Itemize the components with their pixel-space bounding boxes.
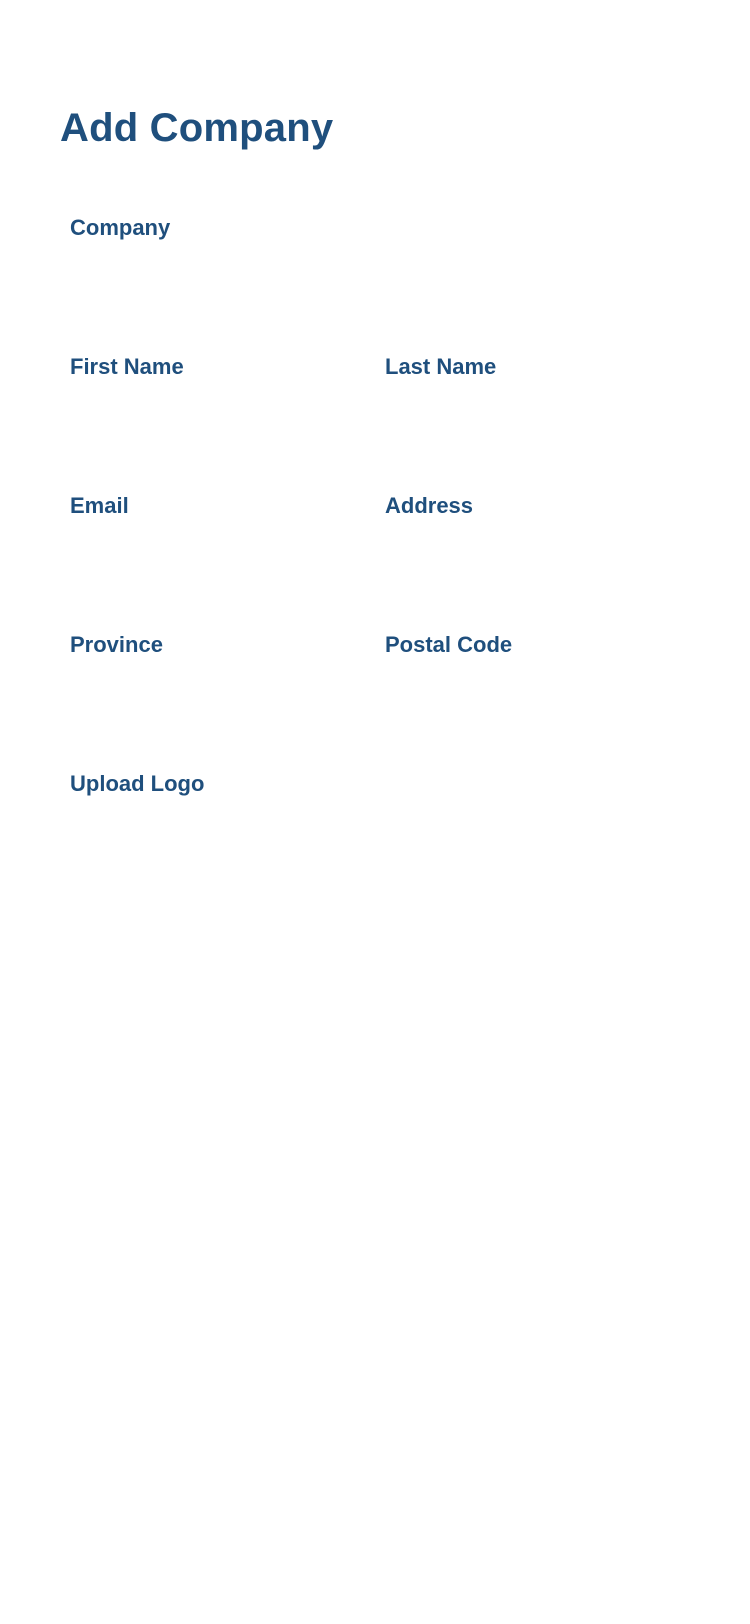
- upload-logo-label: Upload Logo: [70, 771, 205, 796]
- upload-logo-field: Upload Logo: [70, 769, 690, 947]
- first-name-field: First Name: [70, 352, 370, 434]
- email-field: Email: [70, 491, 370, 573]
- postal-code-field: Postal Code: [385, 630, 685, 712]
- company-input[interactable]: [70, 251, 690, 295]
- email-input[interactable]: [70, 529, 370, 573]
- postal-code-input[interactable]: [385, 668, 685, 712]
- company-field: Company: [70, 213, 690, 295]
- first-name-input[interactable]: [70, 390, 370, 434]
- email-label: Email: [70, 493, 129, 518]
- company-label: Company: [70, 215, 171, 240]
- province-field: Province: [70, 630, 370, 712]
- province-label: Province: [70, 632, 163, 657]
- last-name-field: Last Name: [385, 352, 685, 434]
- first-name-label: First Name: [70, 354, 184, 379]
- province-input[interactable]: [70, 668, 370, 712]
- page-title: Add Company: [60, 106, 334, 150]
- address-field: Address: [385, 491, 685, 573]
- address-label: Address: [385, 493, 474, 518]
- upload-logo-dropzone[interactable]: [70, 807, 690, 947]
- postal-code-label: Postal Code: [385, 632, 513, 657]
- address-input[interactable]: [385, 529, 685, 573]
- last-name-input[interactable]: [385, 390, 685, 434]
- last-name-label: Last Name: [385, 354, 497, 379]
